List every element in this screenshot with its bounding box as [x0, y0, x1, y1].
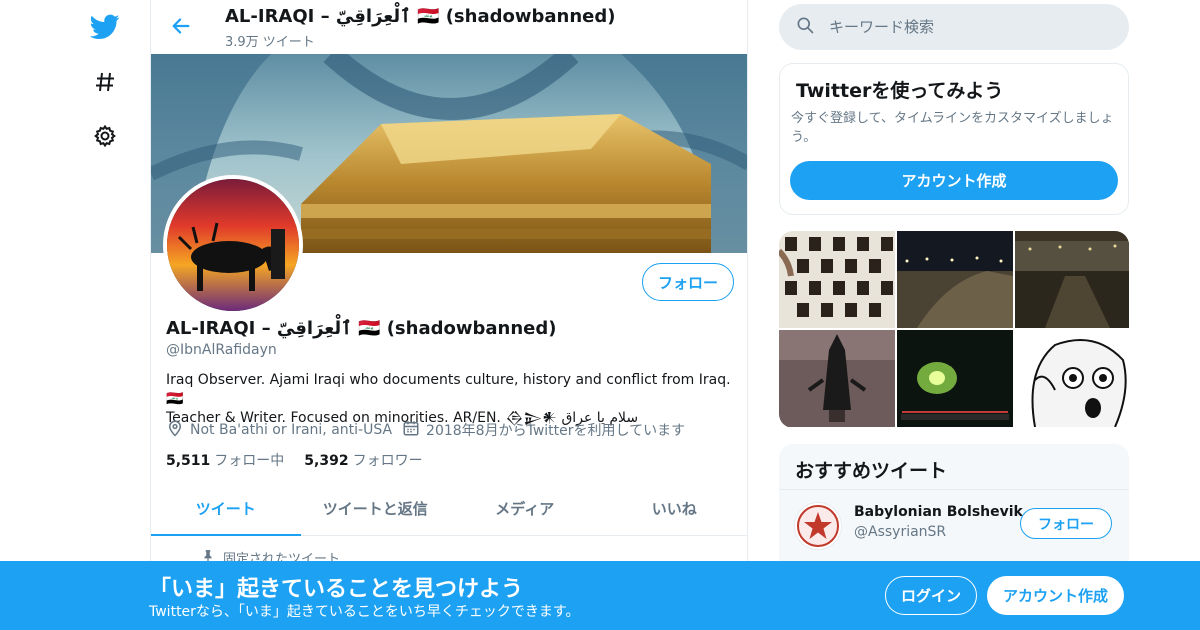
bottom-create-account-button[interactable]: アカウント作成 — [987, 576, 1124, 615]
followers-stat[interactable]: 5,392 フォロワー — [304, 450, 422, 470]
media-thumbnail[interactable] — [1015, 330, 1129, 427]
twitter-bird-icon[interactable] — [88, 10, 122, 44]
signup-card: Twitterを使ってみよう 今すぐ登録して、タイムラインをカスタマイズしましょ… — [779, 63, 1129, 215]
media-thumbnail[interactable] — [1015, 231, 1129, 328]
recommended-title: おすすめツイート — [795, 460, 948, 482]
followers-count: 5,392 — [304, 453, 349, 469]
signup-card-title: Twitterを使ってみよう — [796, 80, 1004, 102]
login-button[interactable]: ログイン — [885, 576, 977, 615]
hashtag-icon[interactable] — [88, 65, 122, 99]
profile-stats: 5,511 フォロー中 5,392 フォロワー — [166, 450, 443, 470]
media-thumbnail[interactable] — [779, 330, 895, 427]
profile-tabs: ツイート ツイートと返信 メディア いいね — [151, 482, 748, 536]
create-account-button[interactable]: アカウント作成 — [790, 161, 1118, 200]
media-thumbnail[interactable] — [897, 330, 1013, 427]
search-icon — [795, 15, 815, 39]
profile-name: AL-IRAQI – ٱلْعِرَاقِيّ 🇮🇶 (shadowbanned… — [166, 318, 557, 339]
recommended-avatar[interactable] — [794, 502, 842, 550]
bottom-bar-title: 「いま」起きていることを見つけよう — [149, 577, 524, 602]
follow-button[interactable]: フォロー — [642, 263, 734, 301]
search-bar — [779, 4, 1129, 50]
following-count: 5,511 — [166, 453, 211, 469]
media-grid — [779, 231, 1129, 428]
header-tweet-count: 3.9万 ツイート — [225, 35, 315, 50]
gear-icon[interactable] — [88, 119, 122, 153]
recommended-name: Babylonian Bolshevik — [854, 504, 1023, 520]
profile-handle[interactable]: @IbnAlRafidayn — [166, 342, 277, 358]
profile-column: AL-IRAQI – ٱلْعِرَاقِيّ 🇮🇶 (shadowbanned… — [150, 0, 748, 630]
profile-header-bar: AL-IRAQI – ٱلْعِرَاقِيّ 🇮🇶 (shadowbanned… — [151, 0, 747, 54]
tab-tweets[interactable]: ツイート — [151, 482, 301, 536]
recommended-follow-button[interactable]: フォロー — [1020, 508, 1112, 539]
calendar-icon — [402, 419, 426, 441]
following-stat[interactable]: 5,511 フォロー中 — [166, 450, 284, 470]
profile-meta: Not Ba'athi or Irani, anti-USA 2018年8月から… — [166, 419, 695, 441]
recommended-account[interactable]: Babylonian Bolshevik @AssyrianSR フォロー — [779, 490, 1129, 560]
back-arrow-icon[interactable] — [167, 12, 195, 40]
signup-card-description: 今すぐ登録して、タイムラインをカスタマイズしましょう。 — [791, 111, 1114, 145]
following-label: フォロー中 — [214, 453, 285, 469]
profile-join-date: 2018年8月からTwitterを利用しています — [426, 423, 686, 439]
twitter-profile-page: AL-IRAQI – ٱلْعِرَاقِيّ 🇮🇶 (shadowbanned… — [0, 0, 1200, 630]
tab-likes[interactable]: いいね — [600, 482, 748, 535]
profile-location: Not Ba'athi or Irani, anti-USA — [190, 422, 393, 438]
bio-line: Iraq Observer. Ajami Iraqi who documents… — [166, 372, 731, 407]
media-thumbnail[interactable] — [897, 231, 1013, 328]
header-title: AL-IRAQI – ٱلْعِرَاقِيّ 🇮🇶 (shadowbanned… — [225, 6, 616, 27]
location-pin-icon — [166, 419, 190, 441]
media-thumbnail[interactable] — [779, 231, 895, 328]
followers-label: フォロワー — [352, 453, 423, 469]
signup-prompt-bar: 「いま」起きていることを見つけよう Twitterなら、「いま」起きていることを… — [0, 561, 1200, 630]
bottom-bar-subtitle: Twitterなら、「いま」起きていることをいち早くチェックできます。 — [149, 604, 580, 620]
tab-tweets-and-replies[interactable]: ツイートと返信 — [301, 482, 451, 535]
recommended-handle: @AssyrianSR — [854, 524, 947, 540]
tab-media[interactable]: メディア — [450, 482, 600, 535]
search-input[interactable] — [829, 18, 1109, 36]
profile-avatar[interactable] — [163, 175, 303, 315]
